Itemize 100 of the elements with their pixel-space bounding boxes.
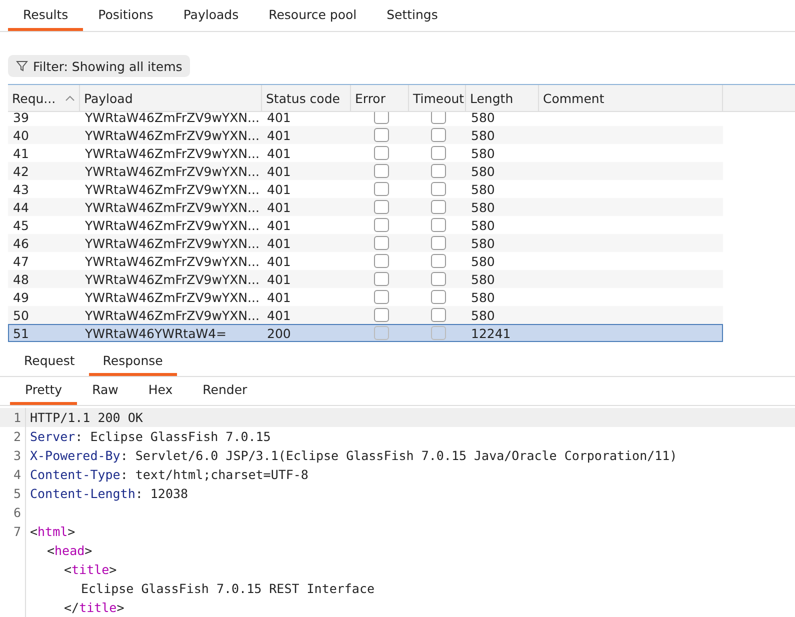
tab[interactable]: Render — [188, 376, 262, 405]
table-cell-text: 43 — [12, 181, 30, 198]
checkbox[interactable] — [431, 290, 446, 304]
checkbox[interactable] — [374, 128, 388, 142]
column-header[interactable]: Requ... — [8, 85, 80, 112]
tab[interactable]: Positions — [83, 0, 168, 32]
table-cell-text: 580 — [470, 217, 496, 234]
table-cell-text: 401 — [266, 112, 292, 126]
checkbox[interactable] — [431, 236, 446, 250]
table-cell-text: 401 — [266, 199, 292, 216]
checkbox[interactable] — [374, 236, 388, 250]
checkbox[interactable] — [374, 182, 388, 196]
table-row[interactable]: 43 YWRtaW46ZmFrZV9wYXN... 401 580 — [8, 180, 723, 198]
checkbox[interactable] — [374, 272, 388, 286]
checkbox[interactable] — [431, 128, 446, 142]
checkbox[interactable] — [374, 146, 388, 160]
table-row[interactable]: 50 YWRtaW46ZmFrZV9wYXN... 401 580 — [8, 306, 723, 324]
table-cell-text: 401 — [266, 235, 292, 252]
table-cell-text: 401 — [266, 253, 292, 270]
table-cell-text: 401 — [266, 307, 292, 324]
tab[interactable]: Results — [8, 0, 84, 32]
filter-icon — [16, 60, 28, 72]
table-cell-text: 580 — [470, 163, 496, 180]
table-cell-text: 580 — [470, 271, 496, 288]
tab[interactable]: Pretty — [10, 376, 78, 405]
column-header[interactable]: Status code — [262, 85, 351, 112]
tab[interactable]: Response — [88, 348, 177, 376]
table-cell-text: YWRtaW46ZmFrZV9wYXN... — [84, 112, 260, 126]
table-cell-text: 401 — [266, 127, 292, 144]
line-number: 6 — [0, 503, 26, 522]
table-cell-text: 580 — [470, 235, 496, 252]
checkbox[interactable] — [374, 218, 388, 232]
code-line: Content-Length: 12038 — [29, 486, 188, 501]
table-cell-text: YWRtaW46ZmFrZV9wYXN... — [84, 145, 260, 162]
checkbox[interactable] — [374, 308, 388, 322]
checkbox[interactable] — [431, 308, 446, 322]
checkbox[interactable] — [374, 326, 388, 340]
checkbox[interactable] — [431, 182, 446, 196]
table-row[interactable]: 45 YWRtaW46ZmFrZV9wYXN... 401 580 — [8, 216, 723, 234]
checkbox[interactable] — [431, 218, 446, 232]
code-line: Content-Type: text/html;charset=UTF-8 — [29, 467, 308, 482]
table-cell-text: 47 — [12, 253, 30, 270]
checkbox[interactable] — [431, 200, 446, 214]
column-header[interactable]: Timeout — [409, 85, 466, 112]
table-cell-text: 45 — [12, 217, 30, 234]
table-cell-text: YWRtaW46ZmFrZV9wYXN... — [84, 163, 260, 180]
tab[interactable]: Settings — [372, 0, 453, 32]
checkbox[interactable] — [431, 326, 446, 340]
table-cell-text: YWRtaW46ZmFrZV9wYXN... — [84, 289, 260, 306]
code-line: Eclipse GlassFish 7.0.15 REST Interface — [80, 581, 374, 596]
tab[interactable]: Request — [10, 348, 89, 376]
table-cell-text: YWRtaW46ZmFrZV9wYXN... — [84, 253, 260, 270]
checkbox[interactable] — [431, 254, 446, 268]
table-cell-text: 580 — [470, 253, 496, 270]
code-line: Server: Eclipse GlassFish 7.0.15 — [29, 429, 271, 444]
table-row[interactable]: 49 YWRtaW46ZmFrZV9wYXN... 401 580 — [8, 288, 723, 306]
table-row[interactable]: 44 YWRtaW46ZmFrZV9wYXN... 401 580 — [8, 198, 723, 216]
table-cell-text: YWRtaW46ZmFrZV9wYXN... — [84, 127, 260, 144]
checkbox[interactable] — [431, 164, 446, 178]
code-line: <head> — [46, 543, 92, 558]
code-line: </title> — [63, 600, 124, 615]
tab[interactable]: Hex — [133, 376, 188, 405]
line-number: 5 — [0, 484, 26, 503]
table-row[interactable]: 51 YWRtaW46YWRtaW4= 200 12241 — [8, 324, 723, 342]
checkbox[interactable] — [374, 112, 388, 124]
table-cell-text: YWRtaW46YWRtaW4= — [84, 325, 228, 342]
table-row[interactable]: 47 YWRtaW46ZmFrZV9wYXN... 401 580 — [8, 252, 723, 270]
column-header[interactable]: Error — [351, 85, 409, 112]
filter-button[interactable]: Filter: Showing all items — [8, 55, 190, 78]
table-row[interactable]: 46 YWRtaW46ZmFrZV9wYXN... 401 580 — [8, 234, 723, 252]
code-line: <html> — [29, 524, 76, 539]
table-cell-text: 401 — [266, 163, 292, 180]
table-cell-text: 580 — [470, 307, 496, 324]
checkbox[interactable] — [374, 164, 388, 178]
table-cell-text: 12241 — [470, 325, 512, 342]
table-row[interactable]: 41 YWRtaW46ZmFrZV9wYXN... 401 580 — [8, 144, 723, 162]
checkbox[interactable] — [431, 272, 446, 286]
table-row[interactable]: 42 YWRtaW46ZmFrZV9wYXN... 401 580 — [8, 162, 723, 180]
checkbox[interactable] — [374, 290, 388, 304]
table-cell-text: YWRtaW46ZmFrZV9wYXN... — [84, 235, 260, 252]
checkbox[interactable] — [374, 200, 388, 214]
table-cell-text: 51 — [12, 325, 30, 342]
table-cell-text: 401 — [266, 145, 292, 162]
column-header[interactable]: Length — [466, 85, 539, 112]
tab[interactable]: Resource pool — [254, 0, 372, 32]
line-number: 1 — [0, 408, 26, 427]
table-row[interactable]: 40 YWRtaW46ZmFrZV9wYXN... 401 580 — [8, 126, 723, 144]
line-number: 7 — [0, 522, 26, 541]
table-cell-text: 580 — [470, 145, 496, 162]
column-header[interactable]: Payload — [80, 85, 262, 112]
tab[interactable]: Payloads — [168, 0, 254, 32]
table-row[interactable]: 48 YWRtaW46ZmFrZV9wYXN... 401 580 — [8, 270, 723, 288]
table-cell-text: 40 — [12, 127, 30, 144]
checkbox[interactable] — [374, 254, 388, 268]
checkbox[interactable] — [431, 146, 446, 160]
table-cell-text: 44 — [12, 199, 30, 216]
table-cell-text: 42 — [12, 163, 30, 180]
tab[interactable]: Raw — [77, 376, 134, 405]
table-cell-text: 46 — [12, 235, 30, 252]
checkbox[interactable] — [431, 112, 446, 124]
